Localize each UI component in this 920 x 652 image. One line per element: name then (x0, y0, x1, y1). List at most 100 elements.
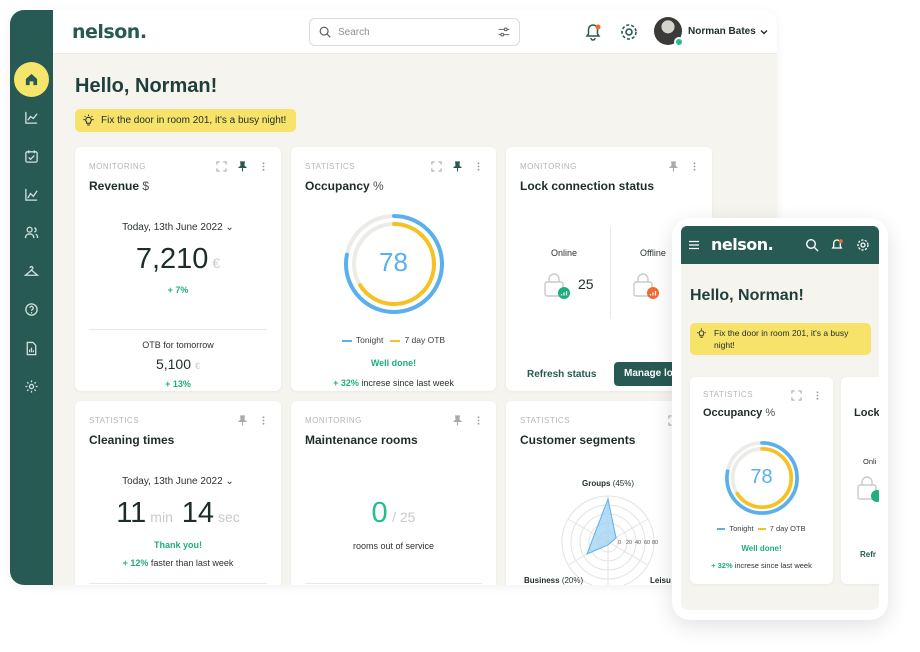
tick-label: 0 (618, 540, 621, 546)
sidebar-item-help[interactable] (14, 292, 49, 327)
app-logo[interactable]: nelson. (72, 21, 147, 43)
filter-icon[interactable] (497, 25, 511, 39)
card-actions (431, 161, 484, 172)
pin-icon[interactable] (452, 415, 463, 426)
mobile-screen: nelson. Hello, Norman! Fix the door in r… (681, 226, 879, 610)
card-kind: MONITORING (305, 416, 362, 425)
change-row: + 32% increse since last week (690, 561, 833, 570)
radar-tick-labels: 0 20 40 60 80 (618, 540, 658, 546)
alert-banner[interactable]: Fix the door in room 201, it's a busy ni… (75, 109, 297, 132)
card-title: Lock connection status (520, 179, 655, 193)
revenue-value: 7,210 (135, 243, 209, 275)
card-title: Maintenance rooms (305, 433, 418, 447)
card-kind: MONITORING (89, 162, 146, 171)
business-label: Business (524, 576, 560, 585)
change-row: + 32% increse since last week (291, 378, 496, 388)
date-selector[interactable]: Today, 13th June 2022 ⌄ (75, 222, 281, 233)
otb-change: + 13% (165, 379, 191, 389)
legend-swatch-tonight (341, 339, 352, 342)
sidebar-item-housekeeping[interactable] (14, 254, 49, 289)
expand-icon[interactable] (431, 161, 442, 172)
lock-offline-icon (633, 273, 659, 299)
card-kind: STATISTICS (703, 390, 754, 399)
chart-legend: Tonight 7 day OTB (690, 524, 833, 533)
chevron-down-icon[interactable] (759, 27, 769, 37)
card-title: Revenue $ (89, 179, 149, 193)
status-text: Well done! (370, 358, 417, 368)
more-icon[interactable] (258, 415, 269, 426)
chart-icon (25, 188, 38, 201)
revenue-change: + 7% (167, 285, 189, 295)
online-count: 25 (578, 276, 594, 292)
pin-icon[interactable] (237, 161, 248, 172)
segments-radar-chart: 0 20 40 60 80 (561, 495, 658, 585)
sidebar-item-calendar[interactable] (14, 139, 49, 174)
otb-value-row: 5,100 € (75, 356, 281, 374)
lightbulb-icon (83, 114, 94, 126)
notification-bell-icon[interactable] (830, 238, 844, 252)
search-icon[interactable] (805, 238, 819, 252)
card-title-text: Occupancy (703, 407, 763, 419)
offline-label: Offline (640, 248, 666, 258)
search-input[interactable]: Search (309, 18, 520, 46)
more-icon[interactable] (689, 161, 700, 172)
radar-label-groups: Groups (45%) (582, 479, 634, 488)
groups-pct: (45%) (612, 479, 635, 488)
pin-icon[interactable] (237, 415, 248, 426)
sidebar-item-reports[interactable] (14, 331, 49, 366)
divider (89, 329, 267, 330)
otb-currency: € (195, 361, 201, 371)
card-actions (237, 415, 269, 426)
home-icon (25, 73, 38, 86)
report-icon (26, 341, 37, 356)
online-label: Online (551, 248, 578, 258)
mobile-alert-banner[interactable]: Fix the door in room 201, it's a busy ni… (690, 323, 871, 355)
pin-icon[interactable] (452, 161, 463, 172)
pin-icon[interactable] (668, 161, 679, 172)
card-kind: STATISTICS (89, 416, 140, 425)
settings-gear-icon[interactable] (856, 238, 870, 252)
more-icon[interactable] (473, 161, 484, 172)
gear-icon (25, 380, 38, 393)
change-value: + 32% (711, 561, 733, 570)
help-icon (25, 303, 38, 316)
card-actions (452, 415, 484, 426)
notification-bell-icon[interactable] (583, 22, 603, 42)
mobile-occupancy-value: 78 (750, 466, 773, 488)
users-icon (24, 226, 39, 239)
card-actions (668, 161, 700, 172)
legend-otb: 7 day OTB (404, 335, 446, 345)
sidebar-item-guests[interactable] (14, 215, 49, 250)
cleaning-time-row: 11 min 14 sec (75, 497, 281, 530)
sidebar-item-home[interactable] (14, 62, 49, 97)
settings-gear-icon[interactable] (619, 22, 639, 42)
expand-icon[interactable] (216, 161, 227, 172)
refresh-status-button[interactable]: Refresh status (527, 369, 596, 380)
user-name[interactable]: Norman Bates (688, 26, 756, 37)
card-title: Occupancy % (305, 179, 384, 193)
sidebar-item-settings[interactable] (14, 369, 49, 404)
card-title-unit: % (373, 179, 384, 193)
card-title-unit: $ (142, 179, 150, 193)
change-value: + 32% (333, 378, 359, 388)
menu-icon[interactable] (688, 239, 700, 251)
more-icon[interactable] (473, 415, 484, 426)
avatar[interactable] (654, 17, 684, 47)
currency-symbol: € (212, 255, 221, 271)
card-kind: STATISTICS (520, 416, 571, 425)
refresh-status-button[interactable]: Refr (860, 550, 876, 559)
otb-value: 5,100 (155, 356, 192, 372)
date-selector[interactable]: Today, 13th June 2022 ⌄ (75, 476, 281, 487)
more-icon[interactable] (812, 390, 823, 401)
thanks-text: Thank you! (153, 540, 202, 550)
sidebar-item-trends[interactable] (14, 100, 49, 135)
expand-icon[interactable] (791, 390, 802, 401)
otb-label: OTB for tomorrow (142, 340, 214, 350)
calendar-icon (25, 150, 38, 163)
maintenance-caption: rooms out of service (352, 541, 435, 551)
more-icon[interactable] (258, 161, 269, 172)
card-actions (216, 161, 269, 172)
radar-label-leisure: Leisu (650, 576, 671, 585)
sidebar-item-statistics[interactable] (14, 177, 49, 212)
mobile-logo[interactable]: nelson. (711, 235, 774, 254)
